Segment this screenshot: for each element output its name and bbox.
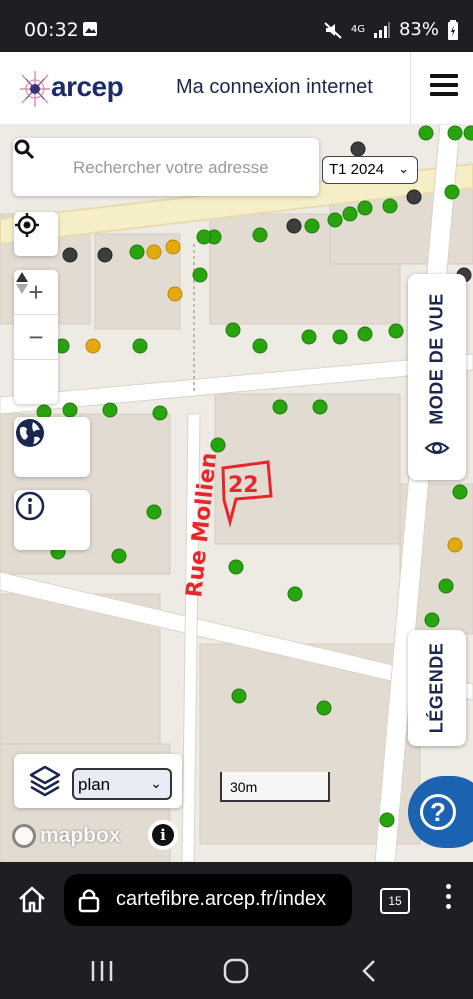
scale-bar: 30m: [220, 772, 330, 802]
period-select-value: T1 2024: [329, 161, 385, 178]
logo-text: arcep: [51, 71, 124, 102]
url-text: cartefibre.arcep.fr/index: [116, 888, 327, 910]
mapbox-mark-icon: [12, 824, 36, 848]
image-icon: [83, 22, 97, 36]
help-icon: ?: [420, 794, 456, 830]
layers-icon: [29, 765, 61, 797]
mapbox-text: mapbox: [40, 824, 121, 847]
recent-apps-icon[interactable]: [82, 956, 122, 986]
system-nav-bar: [0, 944, 473, 999]
browser-home-icon[interactable]: [16, 884, 48, 916]
compass-icon[interactable]: [14, 272, 58, 404]
status-indicators: 4G 83%: [323, 19, 459, 40]
battery-level: 83%: [398, 19, 439, 40]
layer-select[interactable]: plan ⌄: [72, 768, 172, 800]
battery-icon: [448, 19, 458, 40]
lock-icon: [78, 889, 100, 913]
home-icon[interactable]: [216, 956, 256, 986]
map-view[interactable]: 22 Rue Mollien T1 2024 ⌄ + −: [0, 124, 473, 862]
more-options-icon[interactable]: [446, 884, 452, 914]
legend-tab[interactable]: LÉGENDE: [408, 630, 466, 746]
url-bar[interactable]: cartefibre.arcep.fr/index: [64, 874, 352, 926]
scale-label: 30m: [230, 779, 258, 795]
status-bar: 00:32 4G 83%: [0, 0, 473, 52]
hamburger-menu-icon[interactable]: [430, 74, 458, 100]
locate-control: [14, 212, 58, 256]
search-box: [13, 138, 319, 196]
chevron-down-icon: ⌄: [398, 161, 409, 176]
info-button[interactable]: [14, 490, 90, 550]
locate-icon[interactable]: [14, 212, 58, 256]
tabs-count-button[interactable]: 15: [380, 888, 410, 914]
app-header: arcep Ma connexion internet: [0, 52, 473, 125]
mute-icon: [324, 21, 342, 39]
address-search-input[interactable]: [71, 152, 310, 184]
signal-icon: [373, 21, 390, 38]
attribution-info-button[interactable]: i: [148, 820, 178, 850]
zoom-controls: + −: [14, 270, 58, 404]
header-divider: [410, 52, 411, 124]
search-icon[interactable]: [13, 138, 35, 160]
back-icon[interactable]: [350, 956, 390, 986]
network-type: 4G: [350, 23, 365, 35]
layer-select-value: plan: [78, 775, 111, 794]
view-mode-label: MODE DE VUE: [426, 293, 447, 425]
status-time: 00:32: [24, 19, 79, 41]
help-button[interactable]: ?: [408, 776, 473, 848]
globe-icon: [16, 419, 44, 447]
arcep-logo-mark: [20, 71, 50, 107]
browser-toolbar: cartefibre.arcep.fr/index 15: [0, 862, 473, 944]
view-mode-tab[interactable]: MODE DE VUE: [408, 274, 466, 480]
annotation-number: 22: [228, 473, 259, 498]
eye-icon: [424, 442, 450, 454]
layer-control: plan ⌄: [14, 754, 182, 808]
info-icon: [15, 491, 45, 521]
arcep-logo[interactable]: arcep: [18, 67, 128, 109]
zoom-out-icon[interactable]: −: [14, 315, 58, 360]
page-title: Ma connexion internet: [176, 76, 373, 98]
chevron-down-icon: ⌄: [150, 775, 162, 791]
globe-button[interactable]: [14, 417, 90, 477]
attribution-info-icon: i: [152, 824, 174, 846]
mapbox-logo[interactable]: mapbox: [12, 822, 121, 850]
tab-count: 15: [388, 894, 402, 908]
period-select[interactable]: T1 2024 ⌄: [322, 156, 418, 184]
legend-label: LÉGENDE: [426, 642, 447, 734]
